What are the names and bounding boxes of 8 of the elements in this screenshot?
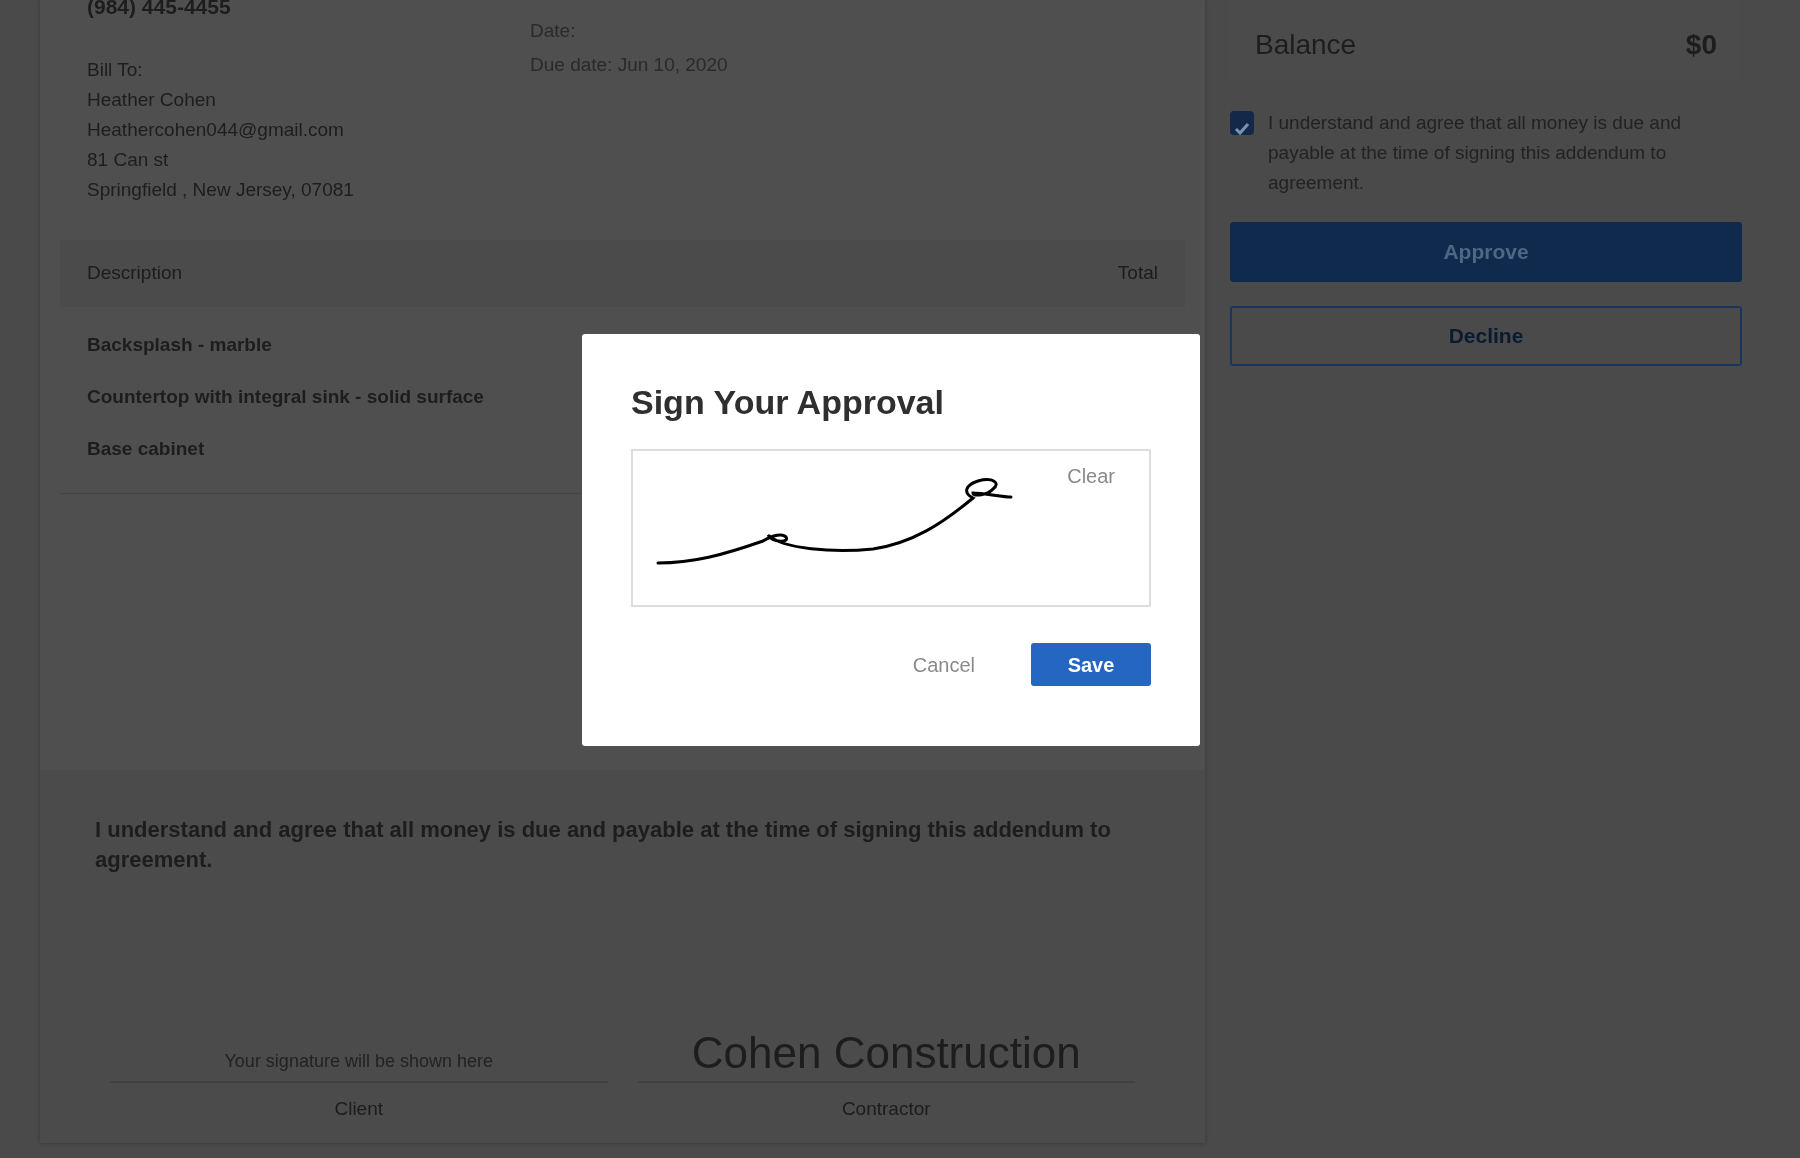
approve-button[interactable]: Approve (1230, 222, 1742, 282)
save-button[interactable]: Save (1031, 643, 1151, 687)
cancel-button[interactable]: Cancel (906, 648, 981, 681)
checkbox[interactable] (1230, 111, 1254, 135)
signature-pad[interactable]: Clear (631, 449, 1151, 608)
clear-button[interactable]: Clear (1067, 461, 1115, 492)
dialog-title: Sign Your Approval (631, 384, 945, 422)
decline-button[interactable]: Decline (1230, 306, 1742, 366)
